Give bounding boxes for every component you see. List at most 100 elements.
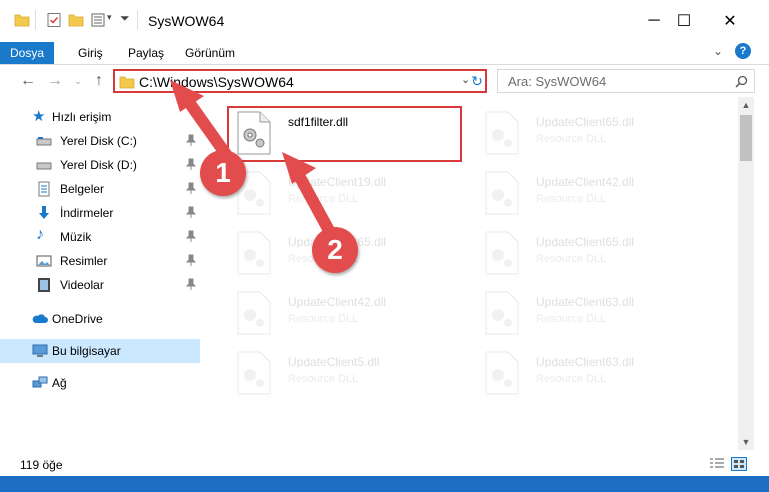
- scroll-down-icon[interactable]: ▼: [738, 434, 754, 450]
- item-count: 119 öğe: [20, 458, 63, 472]
- tab-share[interactable]: Paylaş: [118, 42, 174, 64]
- drive-icon: [36, 137, 52, 146]
- dll-file-icon: [485, 291, 519, 335]
- file-item[interactable]: UpdateClient19.dll Resource DLL: [226, 165, 466, 221]
- pictures-icon: [36, 255, 52, 267]
- scroll-up-icon[interactable]: ▲: [738, 97, 754, 113]
- nav-item-label: Hızlı erişim: [52, 110, 112, 124]
- qat-divider: [35, 10, 36, 30]
- file-item[interactable]: UpdateClient65.dll Resource DLL: [474, 225, 714, 281]
- file-name: UpdateClient19.dll: [288, 175, 387, 189]
- file-item[interactable]: UpdateClient42.dll Resource DLL: [226, 285, 466, 341]
- search-box[interactable]: Ara: SysWOW64: [497, 69, 755, 93]
- dll-file-icon: [485, 351, 519, 395]
- tab-view[interactable]: Görünüm: [175, 42, 245, 64]
- dll-file-icon: [237, 231, 271, 275]
- view-options-icon[interactable]: [91, 12, 107, 28]
- file-name: UpdateClient63.dll: [536, 355, 635, 369]
- file-item[interactable]: UpdateClient63.dll Resource DLL: [474, 285, 714, 341]
- customize-qat-icon[interactable]: ⏷: [120, 11, 130, 26]
- nav-item-drive-c[interactable]: Yerel Disk (C:): [0, 129, 200, 153]
- nav-item-label: İndirmeler: [60, 206, 114, 220]
- tab-home[interactable]: Giriş: [68, 42, 113, 64]
- expand-ribbon-icon[interactable]: ⌄: [713, 44, 723, 58]
- address-bar[interactable]: C:\Windows\SysWOW64 ⌄: [113, 69, 487, 93]
- document-icon: [38, 181, 50, 197]
- file-item[interactable]: UpdateClient65.dll Resource DLL: [474, 105, 714, 161]
- file-type: Resource DLL: [288, 313, 359, 325]
- nav-item-label: OneDrive: [52, 312, 103, 326]
- forward-arrow-icon[interactable]: →: [44, 70, 66, 92]
- file-name: UpdateClient5.dll: [288, 355, 380, 369]
- help-icon[interactable]: ?: [735, 43, 751, 59]
- file-type: Resource DLL: [536, 133, 607, 145]
- refresh-icon[interactable]: ↻: [467, 69, 487, 93]
- dll-file-icon: [485, 231, 519, 275]
- close-button[interactable]: ✕: [707, 0, 753, 42]
- address-path: C:\Windows\SysWOW64: [139, 74, 294, 90]
- file-type: Resource DLL: [536, 373, 607, 385]
- vertical-scrollbar[interactable]: ▲ ▼: [738, 97, 754, 450]
- nav-item-videos[interactable]: Videolar: [0, 273, 200, 297]
- view-dropdown-icon[interactable]: ▾: [107, 12, 112, 23]
- file-item[interactable]: UpdateClient5.dll Resource DLL: [226, 345, 466, 401]
- file-type: Resource DLL: [536, 253, 607, 265]
- pin-icon[interactable]: [186, 278, 196, 290]
- nav-item-documents[interactable]: Belgeler: [0, 177, 200, 201]
- dll-file-icon: [485, 111, 519, 155]
- dll-file-icon: [237, 351, 271, 395]
- pin-icon[interactable]: [186, 206, 196, 218]
- pin-icon[interactable]: [186, 230, 196, 242]
- large-icons-view-icon[interactable]: [731, 457, 747, 471]
- folder-icon[interactable]: [14, 12, 30, 28]
- search-placeholder: Ara: SysWOW64: [508, 74, 607, 89]
- status-bar: 119 öğe: [0, 452, 769, 476]
- nav-item-drive-d[interactable]: Yerel Disk (D:): [0, 153, 200, 177]
- new-folder-icon[interactable]: [68, 12, 84, 28]
- file-type: Resource DLL: [288, 193, 359, 205]
- nav-item-music[interactable]: ♪ Müzik: [0, 225, 200, 249]
- nav-item-label: Resimler: [60, 254, 108, 268]
- file-highlight-box: [227, 106, 462, 162]
- file-type: Resource DLL: [536, 193, 607, 205]
- nav-item-label: Müzik: [60, 230, 92, 244]
- tab-file[interactable]: Dosya: [0, 42, 54, 64]
- nav-item-label: Yerel Disk (D:): [60, 158, 137, 172]
- pin-icon[interactable]: [186, 158, 196, 170]
- pin-icon[interactable]: [186, 134, 196, 146]
- up-arrow-icon[interactable]: ↑: [88, 70, 110, 92]
- address-row: ← → ⌄ ↑ C:\Windows\SysWOW64 ⌄ ↻ Ara: Sys…: [0, 65, 769, 97]
- recent-locations-icon[interactable]: ⌄: [67, 70, 89, 92]
- qat-divider-2: [137, 10, 138, 30]
- file-type: Resource DLL: [536, 313, 607, 325]
- file-item[interactable]: UpdateClient42.dll Resource DLL: [474, 165, 714, 221]
- dll-file-icon: [237, 291, 271, 335]
- step-marker-1: 1: [200, 150, 246, 196]
- nav-item-pictures[interactable]: Resimler: [0, 249, 200, 273]
- nav-item-onedrive[interactable]: OneDrive: [0, 307, 200, 331]
- nav-item-label: Yerel Disk (C:): [60, 134, 137, 148]
- pin-icon[interactable]: [186, 182, 196, 194]
- properties-icon[interactable]: [46, 12, 62, 28]
- navigation-pane: ★ Hızlı erişim Yerel Disk (C:) Yerel Dis…: [0, 97, 210, 450]
- nav-item-this-pc[interactable]: Bu bilgisayar: [0, 339, 200, 363]
- scrollbar-thumb[interactable]: [740, 115, 752, 161]
- nav-item-label: Bu bilgisayar: [52, 344, 121, 358]
- nav-item-label: Videolar: [60, 278, 104, 292]
- nav-item-downloads[interactable]: İndirmeler: [0, 201, 200, 225]
- explorer-window: ▾ ⏷ SysWOW64 ─ ☐ ✕ Dosya Giriş Paylaş Gö…: [0, 0, 769, 492]
- back-arrow-icon[interactable]: ←: [17, 70, 39, 92]
- nav-item-network[interactable]: Ağ: [0, 371, 200, 395]
- pin-icon[interactable]: [186, 254, 196, 266]
- file-name: UpdateClient63.dll: [536, 295, 635, 309]
- nav-item-quick-access[interactable]: ★ Hızlı erişim: [0, 105, 200, 129]
- folder-icon: [119, 76, 135, 89]
- search-icon[interactable]: [735, 75, 748, 88]
- file-name: UpdateClient65.dll: [536, 235, 635, 249]
- window-title: SysWOW64: [148, 13, 225, 29]
- desktop-background: [0, 476, 769, 492]
- details-view-icon[interactable]: [709, 457, 725, 471]
- maximize-button[interactable]: ☐: [661, 0, 707, 42]
- file-item[interactable]: UpdateClient63.dll Resource DLL: [474, 345, 714, 401]
- file-name: UpdateClient65.dll: [536, 115, 635, 129]
